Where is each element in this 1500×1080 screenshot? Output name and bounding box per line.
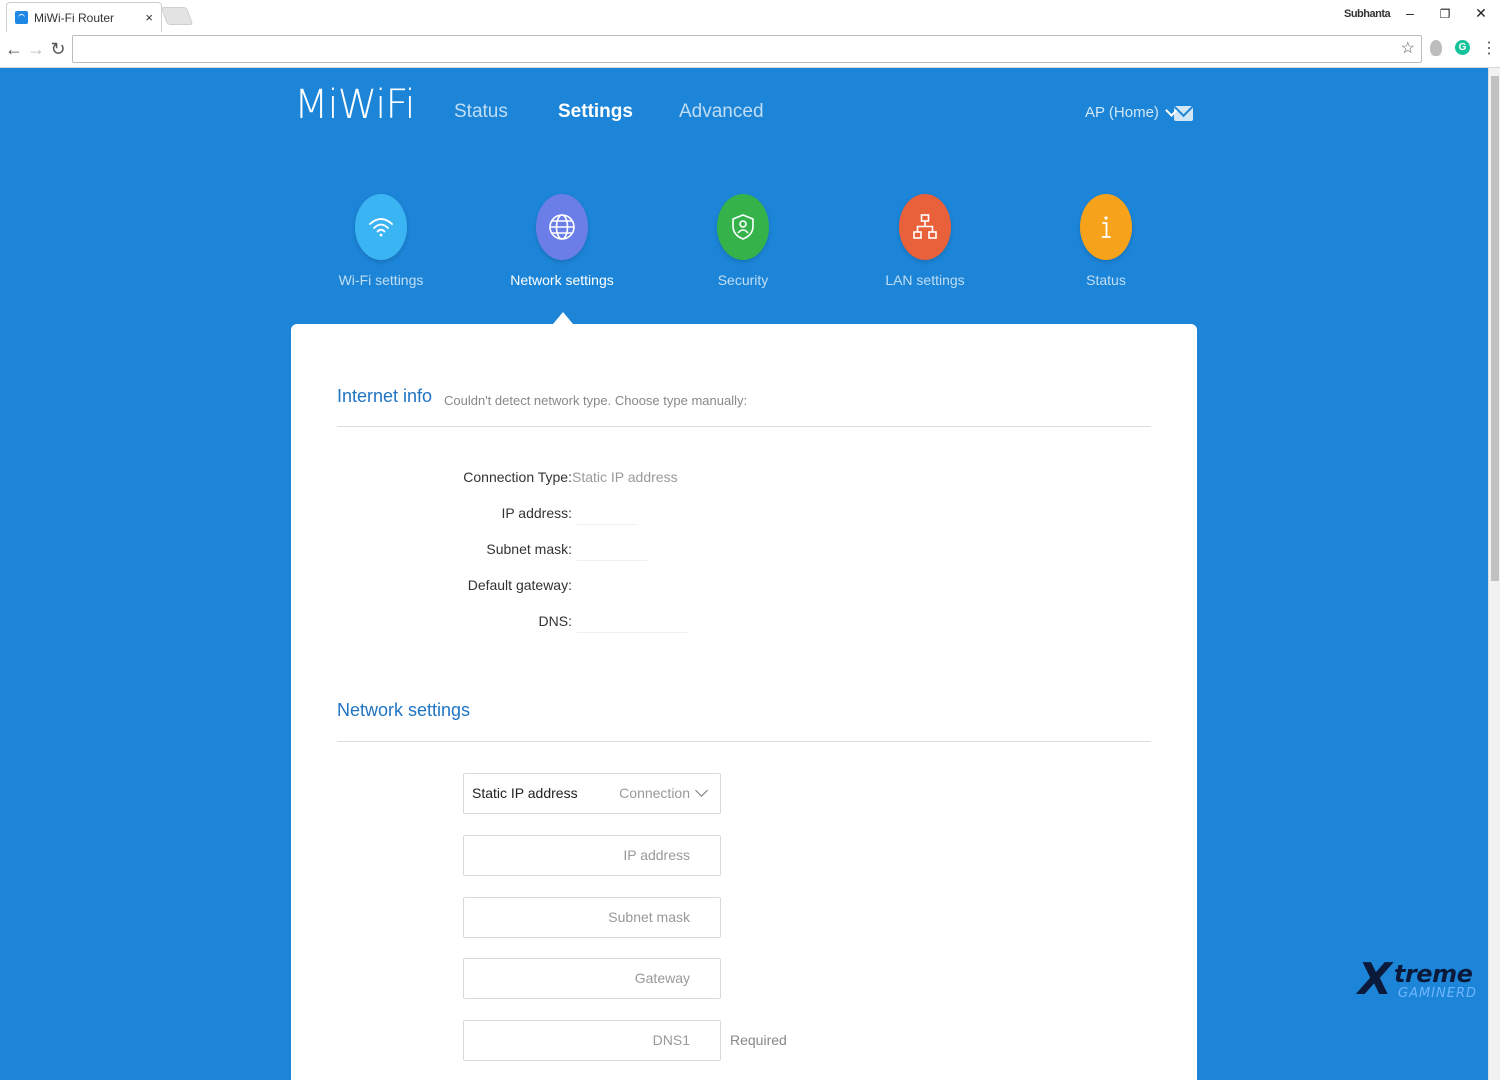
network-settings-title: Network settings xyxy=(337,700,471,720)
info-row-connection-type: Connection Type: Static IP address xyxy=(291,469,1197,489)
reload-icon[interactable]: ↻ xyxy=(48,38,68,60)
minimize-icon[interactable]: – xyxy=(1400,5,1420,21)
subnet-mask-input[interactable]: Subnet mask xyxy=(463,897,721,938)
restore-icon[interactable]: ❐ xyxy=(1435,7,1455,21)
chevron-down-icon xyxy=(695,784,708,797)
browser-tab[interactable]: MiWi-Fi Router × xyxy=(6,2,162,32)
connection-type-value: Static IP address xyxy=(472,785,578,801)
ip-address-input[interactable]: IP address xyxy=(463,835,721,876)
gateway-input[interactable]: Gateway xyxy=(463,958,721,999)
category-label: Status xyxy=(1086,272,1126,288)
bookmark-star-icon[interactable]: ☆ xyxy=(1401,38,1415,58)
gateway-placeholder: Gateway xyxy=(634,970,690,986)
category-status[interactable]: Status xyxy=(1031,194,1181,288)
address-bar[interactable]: ☆ xyxy=(72,35,1422,63)
category-lan-settings[interactable]: LAN settings xyxy=(850,194,1000,288)
info-label: DNS: xyxy=(538,613,572,629)
category-wifi-settings[interactable]: Wi-Fi settings xyxy=(306,194,456,288)
category-security[interactable]: Security xyxy=(668,194,818,288)
info-underline xyxy=(577,524,637,525)
info-row-ip-address: IP address: xyxy=(291,505,1197,525)
miwifi-logo: MiWiFi xyxy=(294,82,416,128)
info-icon xyxy=(1080,194,1132,260)
tab-title: MiWi-Fi Router xyxy=(34,10,114,25)
connection-type-label: Connection xyxy=(619,785,690,801)
network-icon xyxy=(899,194,951,260)
grammarly-extension-icon[interactable]: G xyxy=(1455,40,1470,55)
watermark-x-logo: X xyxy=(1358,954,1392,1005)
info-row-dns: DNS: xyxy=(291,613,1197,633)
browser-tabstrip: MiWi-Fi Router × Subhanta – ❐ ✕ xyxy=(0,0,1500,32)
info-label: Subnet mask: xyxy=(486,541,572,557)
category-network-settings[interactable]: Network settings xyxy=(487,194,637,288)
section-divider xyxy=(337,426,1151,427)
category-label: Network settings xyxy=(510,272,614,288)
page-scrollbar[interactable] xyxy=(1488,68,1500,1080)
browser-menu-icon[interactable]: ⋮ xyxy=(1481,38,1497,58)
settings-card: Internet info Couldn't detect network ty… xyxy=(291,324,1197,1080)
subnet-mask-placeholder: Subnet mask xyxy=(608,909,690,925)
scrollbar-thumb[interactable] xyxy=(1491,76,1499,581)
router-favicon-icon xyxy=(15,11,28,24)
mode-label: AP (Home) xyxy=(1085,104,1159,121)
page-viewport: MiWiFi Status Settings Advanced AP (Home… xyxy=(0,68,1500,1080)
xtreme-gaminerd-watermark: X treme GAMINERD xyxy=(1358,948,1496,1010)
tab-close-icon[interactable]: × xyxy=(145,10,153,25)
info-label: Connection Type: xyxy=(463,469,572,485)
back-icon[interactable]: ← xyxy=(4,38,24,60)
mode-dropdown[interactable]: AP (Home) xyxy=(1085,103,1178,121)
watermark-sub: GAMINERD xyxy=(1398,986,1477,1001)
info-underline xyxy=(577,632,687,633)
dns1-required-hint: Required xyxy=(730,1032,787,1048)
nav-status[interactable]: Status xyxy=(454,101,508,123)
info-row-default-gateway: Default gateway: xyxy=(291,577,1197,597)
info-label: IP address: xyxy=(501,505,572,521)
section-divider xyxy=(337,741,1151,742)
connection-type-select[interactable]: Static IP address Connection xyxy=(463,773,721,814)
nav-advanced[interactable]: Advanced xyxy=(679,101,764,123)
info-label: Default gateway: xyxy=(467,577,572,593)
internet-info-title: Internet info xyxy=(337,386,433,406)
close-window-icon[interactable]: ✕ xyxy=(1471,5,1491,22)
dns1-input[interactable]: DNS1 xyxy=(463,1020,721,1061)
watermark-brand: treme xyxy=(1394,960,1473,988)
internet-info-subtitle: Couldn't detect network type. Choose typ… xyxy=(444,393,748,408)
extension-drop-icon[interactable] xyxy=(1430,40,1442,56)
wifi-icon xyxy=(355,194,407,260)
info-value: Static IP address xyxy=(572,469,678,485)
browser-toolbar: ← → ↻ ☆ G ⋮ xyxy=(0,32,1500,68)
category-label: Security xyxy=(717,272,769,288)
mail-icon[interactable] xyxy=(1174,106,1193,121)
info-row-subnet-mask: Subnet mask: xyxy=(291,541,1197,561)
forward-icon[interactable]: → xyxy=(26,38,46,60)
profile-name[interactable]: Subhanta xyxy=(1344,8,1391,20)
category-label: LAN settings xyxy=(885,272,965,288)
dns1-placeholder: DNS1 xyxy=(652,1032,690,1048)
new-tab-button[interactable] xyxy=(160,7,194,25)
globe-icon xyxy=(536,194,588,260)
category-label: Wi-Fi settings xyxy=(338,272,424,288)
info-underline xyxy=(577,560,647,561)
shield-icon xyxy=(717,194,769,260)
nav-settings[interactable]: Settings xyxy=(558,101,633,123)
active-tab-pointer xyxy=(553,312,573,324)
ip-address-placeholder: IP address xyxy=(623,847,690,863)
